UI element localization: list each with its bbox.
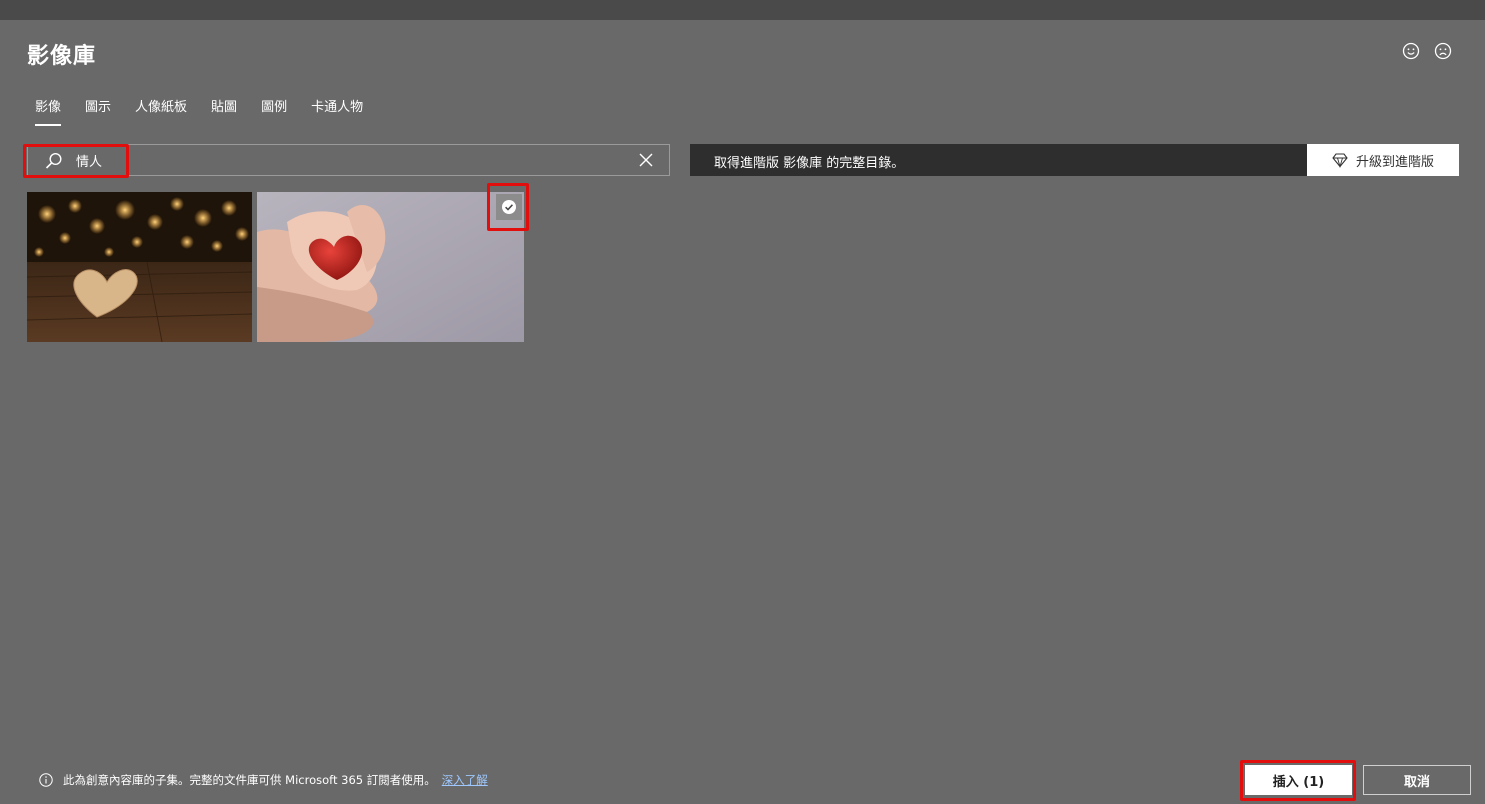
result-image-hands-heart[interactable]	[257, 192, 524, 342]
cancel-button[interactable]: 取消	[1363, 765, 1471, 795]
result-image-wooden-heart[interactable]	[27, 192, 252, 342]
insert-button[interactable]: 插入 (1)	[1245, 765, 1352, 795]
tab-illustrations[interactable]: 圖例	[261, 94, 287, 126]
footer-info: 此為創意內容庫的子集。完整的文件庫可供 Microsoft 365 訂閱者使用。…	[39, 772, 488, 788]
promo-text: 取得進階版 影像庫 的完整目錄。	[714, 156, 905, 171]
close-icon[interactable]	[639, 153, 653, 167]
dialog-title: 影像庫	[27, 44, 97, 69]
tab-cutout-people[interactable]: 人像紙板	[135, 94, 187, 126]
upgrade-label: 升級到進階版	[1355, 154, 1434, 170]
search-input[interactable]	[76, 149, 636, 171]
window-top-bar	[0, 0, 1485, 20]
diamond-icon	[1332, 152, 1348, 168]
search-box	[27, 144, 670, 176]
upgrade-button[interactable]: 升級到進階版	[1307, 144, 1459, 176]
tab-stickers[interactable]: 貼圖	[211, 94, 237, 126]
learn-more-link[interactable]: 深入了解	[442, 772, 488, 788]
smile-icon[interactable]	[1402, 42, 1420, 60]
info-icon	[39, 773, 53, 787]
category-tabs: 影像 圖示 人像紙板 貼圖 圖例 卡通人物	[35, 94, 387, 126]
search-icon	[44, 151, 64, 171]
selected-checkbox[interactable]	[496, 194, 522, 220]
frown-icon[interactable]	[1434, 42, 1452, 60]
tab-images[interactable]: 影像	[35, 94, 62, 126]
tab-icons[interactable]: 圖示	[85, 94, 111, 126]
footer-info-text: 此為創意內容庫的子集。完整的文件庫可供 Microsoft 365 訂閱者使用。	[63, 773, 436, 787]
tab-cartoon-people[interactable]: 卡通人物	[311, 94, 363, 126]
